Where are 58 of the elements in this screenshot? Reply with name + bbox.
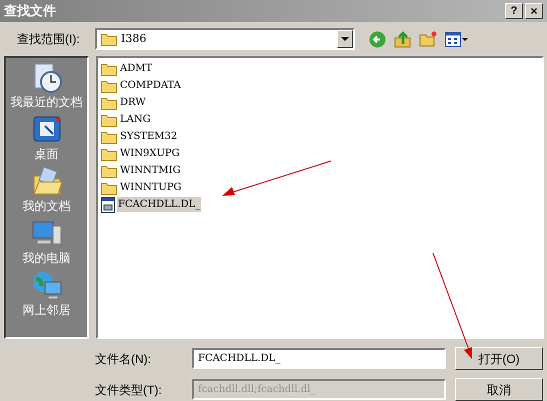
folder-icon bbox=[101, 180, 117, 194]
file-item[interactable]: SYSTEM32 bbox=[101, 128, 542, 145]
places-item[interactable]: 我的文档 bbox=[6, 166, 87, 214]
file-item[interactable]: ADMT bbox=[101, 60, 542, 77]
places-label: 我的电脑 bbox=[22, 250, 70, 266]
places-label: 桌面 bbox=[34, 146, 58, 162]
file-item[interactable]: DRW bbox=[101, 94, 542, 111]
file-item[interactable]: LANG bbox=[101, 111, 542, 128]
places-item[interactable]: 我最近的文档 bbox=[6, 62, 87, 110]
file-item[interactable]: WINNTMIG bbox=[101, 162, 542, 179]
file-name: LANG bbox=[119, 113, 152, 127]
file-name: SYSTEM32 bbox=[119, 130, 178, 144]
window-title: 查找文件 bbox=[4, 2, 56, 20]
places-label: 我的文档 bbox=[22, 198, 70, 214]
places-label: 网上邻居 bbox=[22, 302, 70, 318]
open-button[interactable]: 打开(O) bbox=[455, 347, 543, 370]
places-label: 我最近的文档 bbox=[10, 94, 82, 110]
file-name: DRW bbox=[119, 96, 147, 110]
places-item[interactable]: 我的电脑 bbox=[6, 218, 87, 266]
new-folder-icon[interactable] bbox=[419, 31, 437, 47]
file-icon bbox=[101, 196, 115, 212]
file-item[interactable]: WINNTUPG bbox=[101, 179, 542, 196]
up-folder-icon[interactable] bbox=[394, 30, 411, 48]
file-name-label: 文件名(N): bbox=[95, 350, 152, 368]
places-item[interactable]: 桌面 bbox=[6, 114, 87, 162]
look-in-value: I386 bbox=[121, 30, 148, 47]
folder-icon bbox=[101, 96, 117, 110]
file-item[interactable]: WIN9XUPG bbox=[101, 145, 542, 162]
file-name: WINNTMIG bbox=[119, 164, 182, 178]
file-type-value: fcachdll.dll;fcachdll.dl_ bbox=[198, 383, 316, 397]
folder-icon bbox=[101, 78, 117, 92]
view-menu-button[interactable] bbox=[445, 32, 468, 46]
help-button[interactable]: ? bbox=[505, 3, 523, 19]
folder-icon bbox=[101, 146, 117, 160]
folder-icon bbox=[101, 164, 117, 178]
folder-icon bbox=[101, 130, 117, 144]
look-in-label: 查找范围(I): bbox=[17, 31, 81, 48]
file-name: FCACHDLL.DL_ bbox=[117, 197, 202, 212]
file-type-label: 文件类型(T): bbox=[95, 382, 163, 398]
close-button[interactable]: × bbox=[525, 3, 543, 19]
network-computer-icon bbox=[30, 270, 62, 302]
look-in-dropdown[interactable]: I386 bbox=[95, 28, 355, 50]
cancel-button[interactable]: 取消 bbox=[455, 378, 543, 401]
folder-icon bbox=[101, 32, 117, 46]
file-name: COMPDATA bbox=[119, 79, 182, 93]
folder-icon bbox=[101, 62, 117, 76]
file-item[interactable]: FCACHDLL.DL_ bbox=[101, 196, 542, 213]
file-name: WIN9XUPG bbox=[119, 147, 181, 161]
file-name-field[interactable]: FCACHDLL.DL_ bbox=[192, 348, 446, 369]
file-name: WINNTUPG bbox=[119, 181, 183, 195]
folder-icon bbox=[101, 112, 117, 126]
caret-icon bbox=[341, 37, 349, 41]
caret-icon bbox=[462, 38, 468, 40]
file-item[interactable]: COMPDATA bbox=[101, 77, 542, 94]
dropdown-button[interactable] bbox=[337, 30, 353, 48]
grid-view-icon bbox=[445, 32, 461, 46]
file-name: ADMT bbox=[119, 62, 154, 76]
places-item[interactable]: 网上邻居 bbox=[6, 270, 87, 318]
